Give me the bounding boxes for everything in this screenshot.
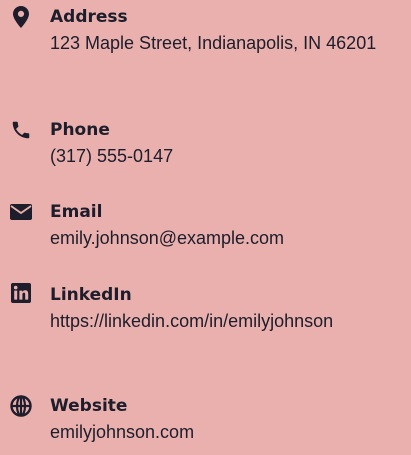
website-link[interactable]: emilyjohnson.com <box>50 419 385 446</box>
globe-icon <box>9 394 33 418</box>
address-value: 123 Maple Street, Indianapolis, IN 46201 <box>50 33 377 53</box>
map-marker-icon <box>9 5 33 29</box>
address-label: Address <box>50 7 128 27</box>
linkedin-icon <box>9 281 33 305</box>
linkedin-link[interactable]: https://linkedin.com/in/emilyjohnson <box>50 308 372 335</box>
email-label: Email <box>50 202 103 222</box>
envelope-icon <box>9 200 33 224</box>
phone-icon <box>9 118 33 142</box>
linkedin-label: LinkedIn <box>50 285 132 305</box>
phone-value: (317) 555-0147 <box>50 146 174 166</box>
website-label: Website <box>50 396 128 416</box>
phone-label: Phone <box>50 120 110 140</box>
email-link[interactable]: emily.johnson@example.com <box>50 225 385 252</box>
